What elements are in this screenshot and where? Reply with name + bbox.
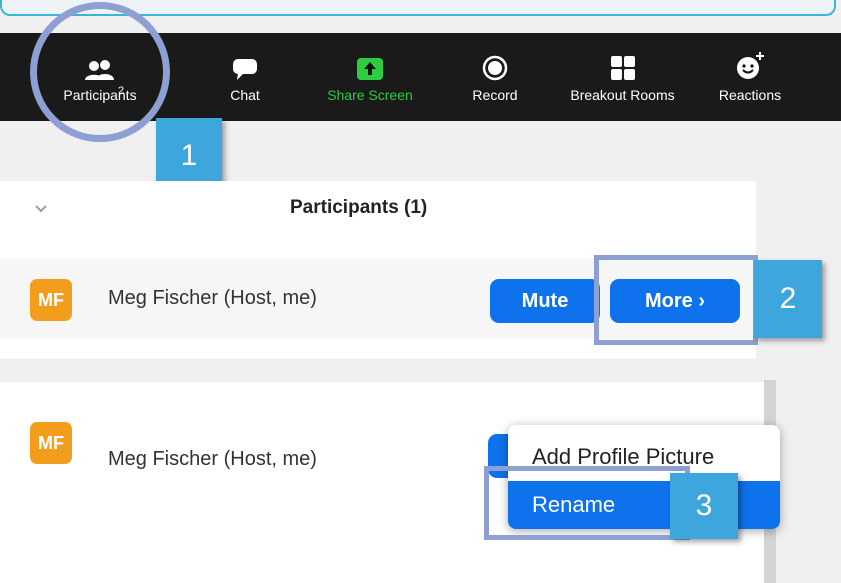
breakout-rooms-button[interactable]: Breakout Rooms (555, 33, 690, 121)
panel-header: Participants (1) (0, 181, 756, 259)
participant-name: Meg Fischer (Host, me) (108, 448, 317, 470)
chat-button[interactable]: Chat (200, 33, 290, 121)
share-screen-icon (356, 51, 384, 81)
chat-icon (232, 51, 258, 81)
participant-name: Meg Fischer (Host, me) (108, 287, 317, 309)
more-highlight-box (594, 255, 758, 345)
record-icon (482, 51, 508, 81)
participants-highlight-circle (30, 2, 170, 142)
mute-button[interactable]: Mute (490, 279, 600, 323)
chevron-down-icon[interactable] (34, 201, 48, 219)
panel-title: Participants (1) (290, 197, 428, 218)
share-screen-button[interactable]: Share Screen (310, 33, 430, 121)
chat-label: Chat (230, 87, 260, 103)
reactions-icon (735, 51, 765, 81)
step-badge-2: 2 (754, 260, 822, 338)
avatar: MF (30, 422, 72, 464)
reactions-label: Reactions (718, 87, 782, 103)
rename-highlight-box (484, 466, 690, 540)
record-button[interactable]: Record (450, 33, 540, 121)
avatar: MF (30, 279, 72, 321)
reactions-button[interactable]: Reactions (705, 33, 795, 121)
record-label: Record (472, 87, 518, 103)
scroll-track (776, 380, 806, 583)
breakout-rooms-label: Breakout Rooms (570, 87, 675, 103)
share-screen-label: Share Screen (327, 87, 413, 103)
step-badge-3: 3 (670, 473, 738, 539)
breakout-rooms-icon (610, 51, 636, 81)
